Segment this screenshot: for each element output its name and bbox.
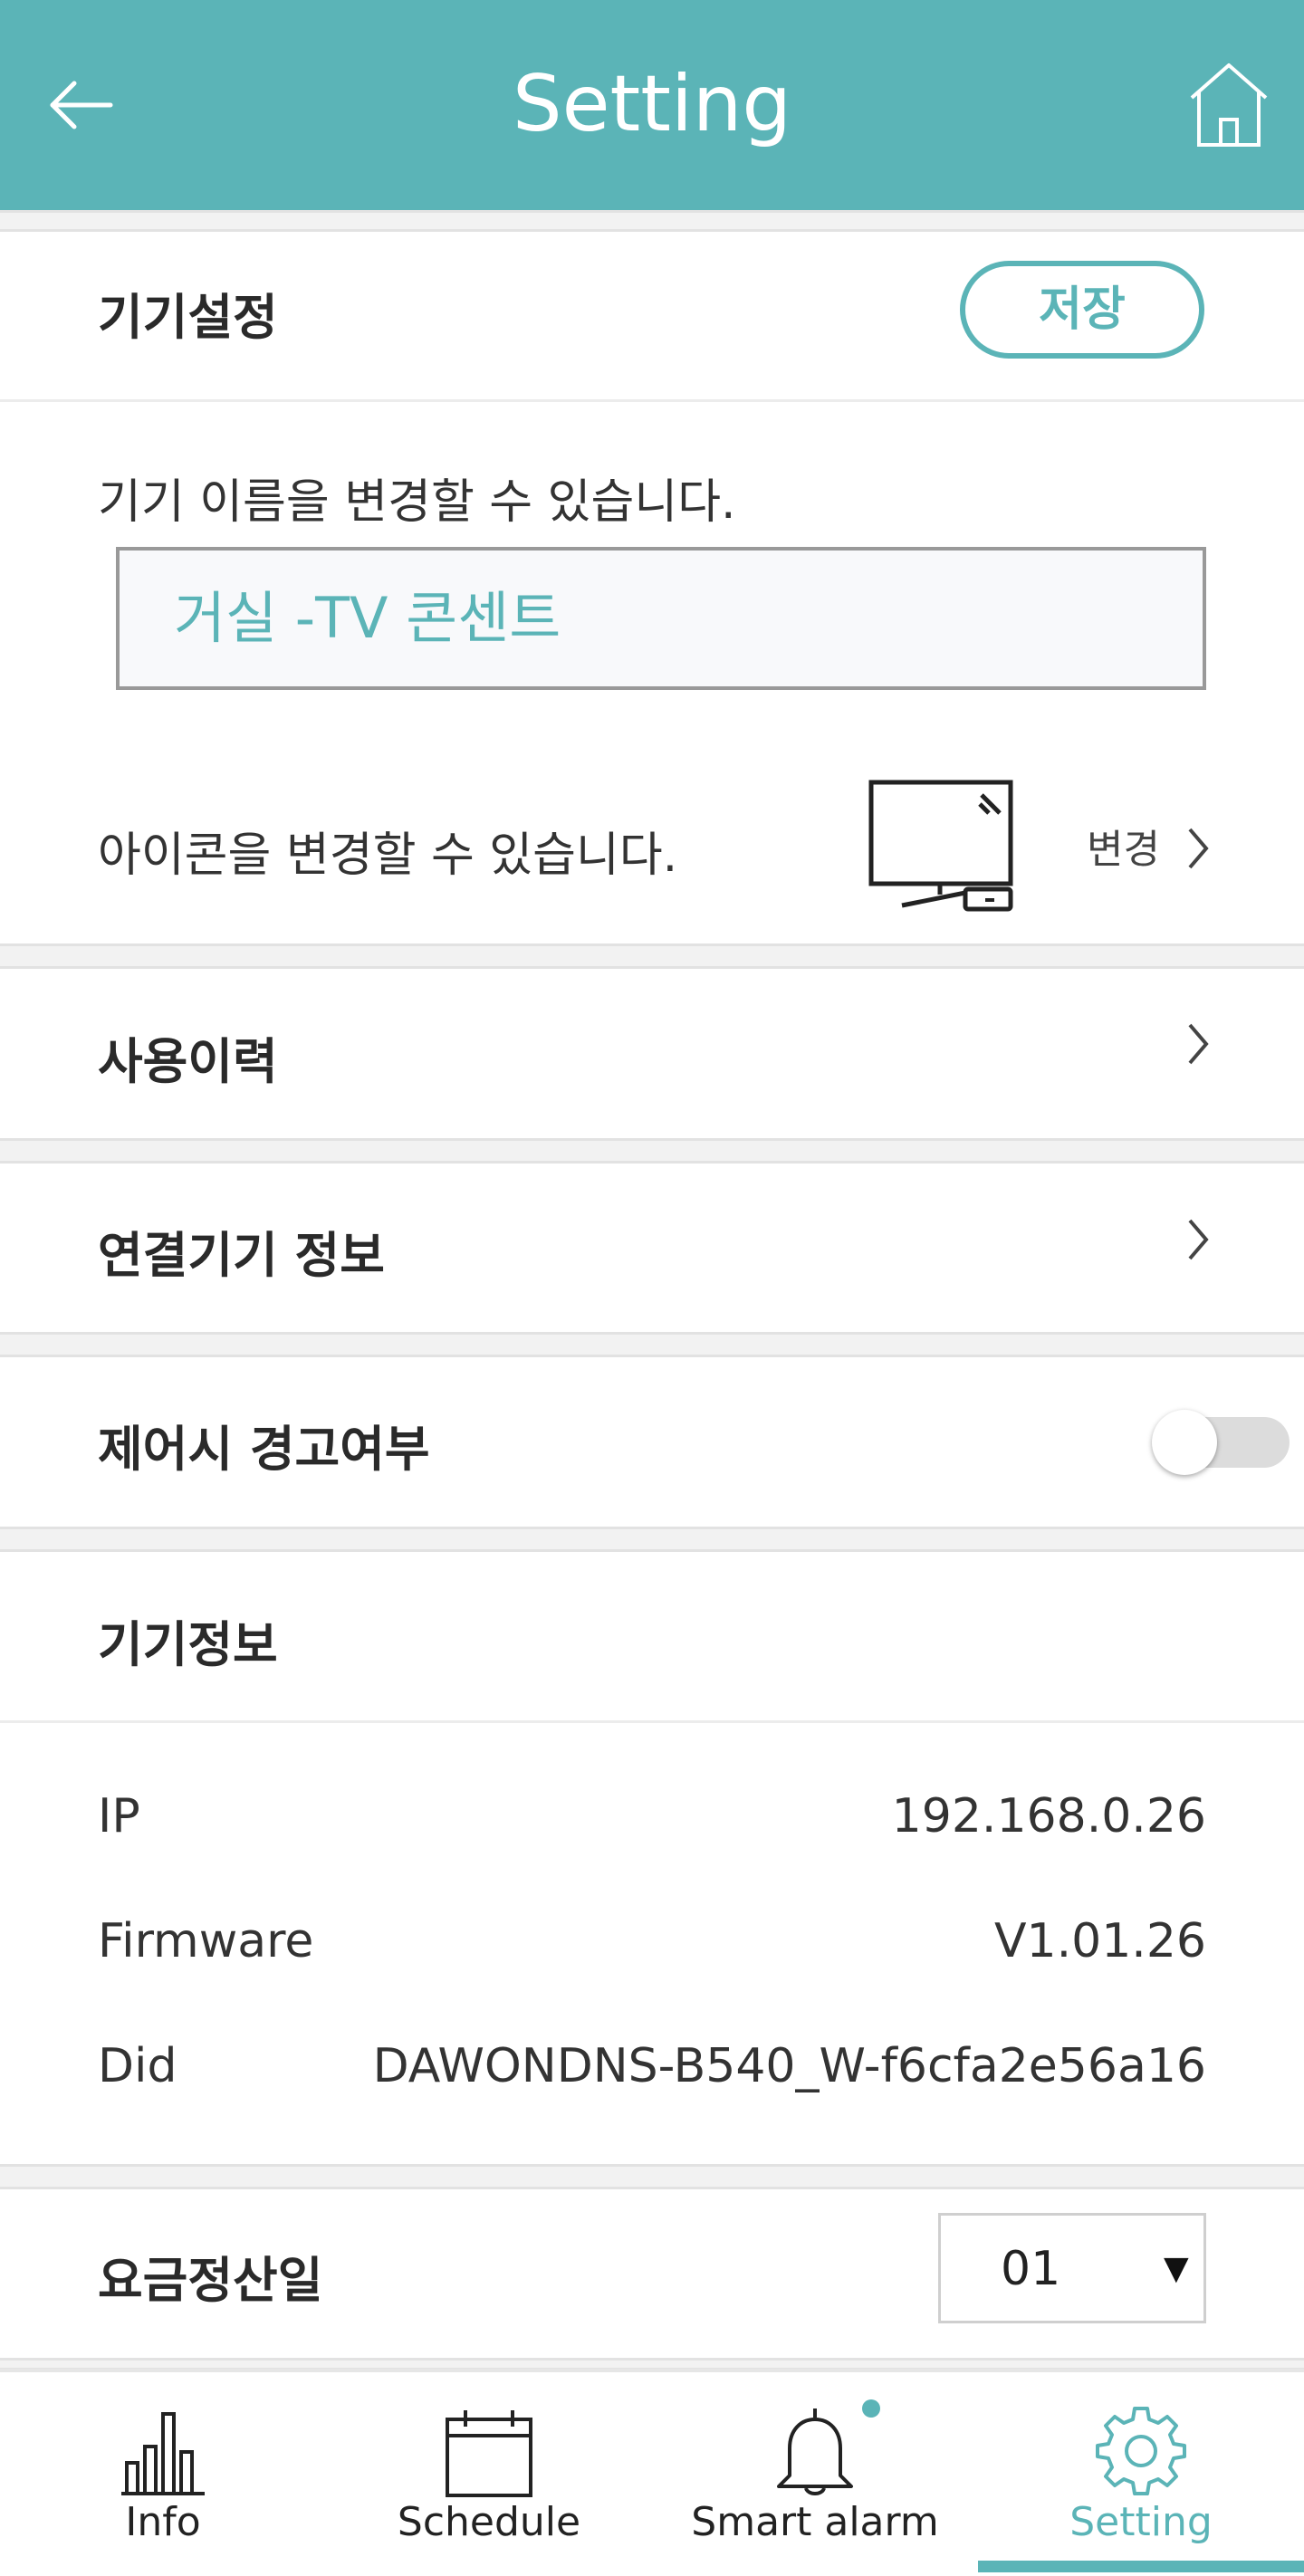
dropdown-arrow-icon: ▼ xyxy=(1164,2250,1189,2287)
device-info-title: 기기정보 xyxy=(98,1616,278,1673)
billing-day-title: 요금정산일 xyxy=(98,2252,323,2309)
save-button[interactable]: 저장 xyxy=(960,261,1204,359)
nav-label-setting: Setting xyxy=(1069,2499,1213,2545)
chevron-right-icon[interactable] xyxy=(1184,1215,1212,1264)
billing-day-value: 01 xyxy=(1001,2242,1061,2296)
section-gap xyxy=(0,210,1304,232)
calendar-icon xyxy=(446,2410,532,2497)
chevron-right-icon[interactable] xyxy=(1184,824,1212,873)
ip-label: IP xyxy=(98,1789,140,1843)
nav-label-schedule: Schedule xyxy=(397,2499,581,2545)
nav-item-schedule[interactable]: Schedule xyxy=(326,2372,652,2576)
did-value: DAWONDNS-B540_W-f6cfa2e56a16 xyxy=(372,2039,1206,2093)
section-gap xyxy=(0,943,1304,969)
bar-chart-icon xyxy=(121,2412,205,2495)
section-gap xyxy=(0,1332,1304,1357)
firmware-value: V1.01.26 xyxy=(993,1914,1206,1968)
gear-icon xyxy=(1096,2407,1186,2495)
page-title: Setting xyxy=(513,59,791,149)
control-warning-title: 제어시 경고여부 xyxy=(98,1421,430,1478)
app-header: Setting xyxy=(0,0,1304,210)
divider xyxy=(0,399,1304,402)
icon-change-hint: 아이콘을 변경할 수 있습니다. xyxy=(98,828,678,883)
control-warning-toggle[interactable] xyxy=(1152,1410,1290,1475)
usage-history-title[interactable]: 사용이력 xyxy=(98,1021,278,1093)
bottom-nav: Info Schedule Smart alarm Setting xyxy=(0,2369,1304,2572)
chevron-right-icon[interactable] xyxy=(1184,1020,1212,1068)
ip-value: 192.168.0.26 xyxy=(891,1789,1206,1843)
tv-icon xyxy=(868,780,1013,912)
device-name-input[interactable]: 거실 -TV 콘센트 xyxy=(116,547,1206,690)
nav-item-info[interactable]: Info xyxy=(0,2372,326,2576)
billing-day-select[interactable]: 01 ▼ xyxy=(938,2213,1206,2323)
nav-label-info: Info xyxy=(125,2499,201,2545)
did-label: Did xyxy=(98,2039,177,2093)
divider xyxy=(0,1720,1304,1723)
notification-dot xyxy=(862,2399,880,2418)
home-icon[interactable] xyxy=(1188,62,1270,148)
connected-device-info-title[interactable]: 연결기기 정보 xyxy=(98,1215,385,1287)
icon-change-link[interactable]: 변경 xyxy=(1087,817,1160,875)
active-tab-indicator xyxy=(978,2561,1304,2572)
nav-label-smart-alarm: Smart alarm xyxy=(691,2499,939,2545)
section-gap xyxy=(0,1527,1304,1552)
firmware-label: Firmware xyxy=(98,1914,314,1968)
toggle-knob xyxy=(1152,1410,1217,1475)
device-settings-title: 기기설정 xyxy=(98,289,278,346)
nav-item-smart-alarm[interactable]: Smart alarm xyxy=(652,2372,978,2576)
bell-icon xyxy=(777,2408,853,2495)
section-gap xyxy=(0,1138,1304,1164)
device-name-hint: 기기 이름을 변경할 수 있습니다. xyxy=(98,475,736,530)
nav-item-setting[interactable]: Setting xyxy=(978,2372,1304,2576)
section-gap xyxy=(0,2164,1304,2189)
